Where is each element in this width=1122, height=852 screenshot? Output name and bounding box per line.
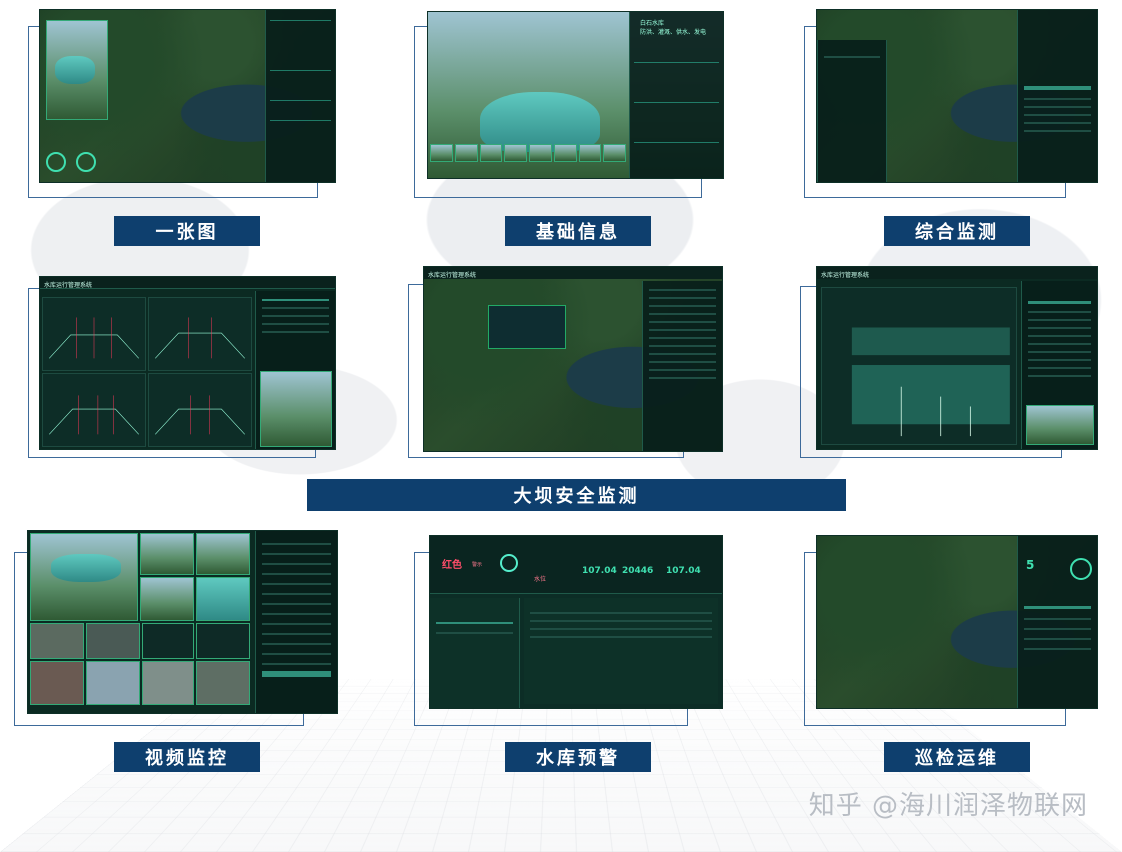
video-feed[interactable] [30, 533, 138, 621]
video-feed[interactable] [30, 661, 84, 705]
label-warning: 水库预警 [505, 742, 651, 772]
video-feed[interactable] [196, 533, 250, 575]
label-video: 视频监控 [114, 742, 260, 772]
label-map: 一张图 [114, 216, 260, 246]
gauge-ring [46, 152, 66, 172]
screenshot-video[interactable] [28, 531, 337, 713]
right-table-panel [1017, 10, 1097, 182]
reservoir-name: 白石水库 [640, 20, 665, 27]
top-nav-bar: 水库运行管理系统 [424, 267, 722, 279]
screenshot-basic-info[interactable]: 白石水库 防洪、灌溉、供水、发电 [428, 12, 723, 178]
video-feed[interactable] [140, 533, 194, 575]
screenshot-inspection[interactable]: 5 [817, 536, 1097, 708]
video-feed-offline[interactable] [142, 623, 194, 659]
water-level-label: 水位 [534, 576, 547, 583]
inspection-count: 5 [1026, 558, 1035, 572]
inspection-stats-panel: 5 [1017, 536, 1097, 708]
reservoir-info-panel: 白石水库 防洪、灌溉、供水、发电 [629, 12, 723, 178]
screenshot-dam-bars[interactable]: 水库运行管理系统 [817, 267, 1097, 449]
point-list-panel[interactable] [642, 281, 722, 451]
dam-profile-chart [42, 373, 146, 447]
storage-value: 20446 [622, 566, 654, 576]
video-feed[interactable] [196, 661, 250, 705]
video-feed[interactable] [86, 661, 140, 705]
label-inspection: 巡检运维 [884, 742, 1030, 772]
dam-profile-chart [148, 373, 252, 447]
top-nav-bar: 水库运行管理系统 [817, 267, 1097, 279]
screenshot-dam-profile[interactable]: 水库运行管理系统 [40, 277, 335, 449]
video-feed[interactable] [86, 623, 140, 659]
seepage-table-panel [1021, 281, 1097, 449]
warning-header: 红色 警示 水位 107.04 20446 107.04 [430, 536, 722, 594]
screenshot-warning[interactable]: 红色 警示 水位 107.04 20446 107.04 [430, 536, 722, 708]
reservoir-functions: 防洪、灌溉、供水、发电 [640, 29, 707, 36]
top-nav-bar: 水库运行管理系统 [40, 277, 335, 289]
label-integrated-monitoring: 综合监测 [884, 216, 1030, 246]
system-title: 水库运行管理系统 [821, 272, 870, 279]
station-list-panel[interactable] [255, 291, 335, 449]
map-popup [488, 305, 566, 349]
dam-profile-chart [42, 297, 146, 371]
photo-strip[interactable] [428, 144, 628, 162]
dam-profile-chart [148, 297, 252, 371]
warning-sub: 警示 [472, 562, 483, 568]
label-dam-safety: 大坝安全监测 [307, 479, 846, 511]
video-feed[interactable] [140, 577, 194, 621]
system-title: 水库运行管理系统 [428, 272, 477, 279]
screenshot-map[interactable] [40, 10, 335, 182]
screenshot-dam-map[interactable]: 水库运行管理系统 [424, 267, 722, 451]
gauge-ring [76, 152, 96, 172]
video-feed[interactable] [196, 577, 250, 621]
inflow-value: 107.04 [666, 566, 701, 576]
watermark-text: 知乎 @海川润泽物联网 [808, 791, 1088, 821]
video-feed[interactable] [30, 623, 84, 659]
warning-detail-panel [524, 598, 718, 704]
dam-photo-thumbnail [46, 20, 108, 120]
video-feed-offline[interactable] [196, 623, 250, 659]
completion-ring [1070, 558, 1092, 580]
warning-list-panel[interactable] [430, 598, 520, 708]
system-title: 水库运行管理系统 [44, 282, 93, 289]
label-basic-info: 基础信息 [505, 216, 651, 246]
reservoir-water [480, 92, 600, 152]
camera-tree-panel[interactable] [255, 531, 337, 713]
warning-gauge [500, 554, 518, 572]
screenshot-integrated-monitoring[interactable] [817, 10, 1097, 182]
water-level-value: 107.04 [582, 566, 617, 576]
video-feed[interactable] [142, 661, 194, 705]
seepage-bar-chart [821, 287, 1017, 445]
left-monitor-panel [817, 40, 887, 182]
right-info-panel [265, 10, 335, 182]
warning-level: 红色 [442, 560, 462, 571]
